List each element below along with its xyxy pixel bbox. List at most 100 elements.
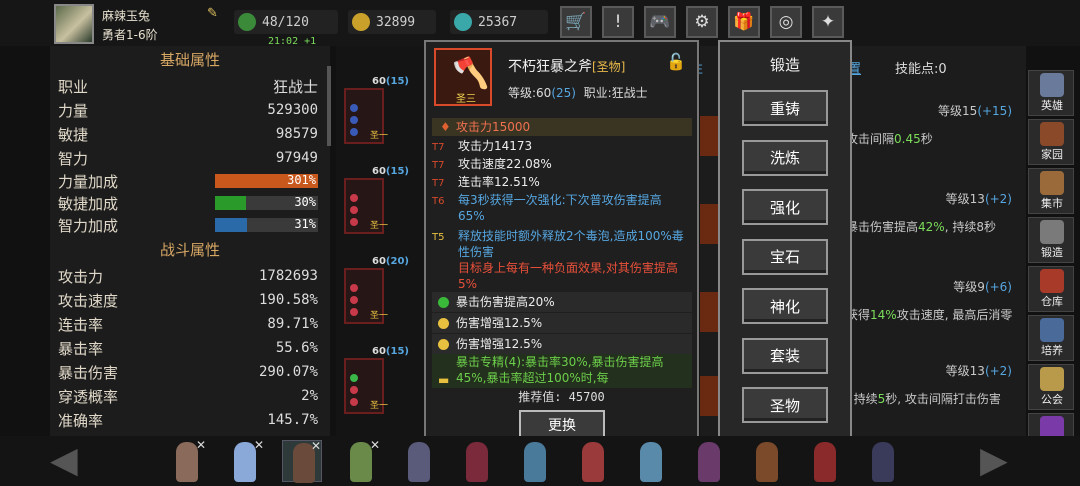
- nav-icon: [1040, 73, 1064, 97]
- bonus-bar: 31%: [215, 217, 318, 232]
- equipment-slot[interactable]: 60(15) 圣一: [344, 346, 420, 414]
- forge-button[interactable]: 强化: [742, 189, 828, 225]
- combat-stat-row: 暴击伤害 290.07%: [50, 360, 330, 384]
- gift-icon[interactable]: 🎁: [728, 6, 760, 38]
- skill-icon: [700, 116, 718, 156]
- hero-portrait[interactable]: ✕: [224, 438, 264, 482]
- hero-portrait[interactable]: [630, 440, 670, 482]
- combat-stat-value: 190.58%: [258, 292, 318, 308]
- hero-remove-icon[interactable]: ✕: [196, 438, 206, 452]
- combat-stat-value: 145.7%: [267, 412, 318, 428]
- hero-portrait[interactable]: [456, 440, 496, 482]
- stat-value: 97949: [275, 150, 318, 166]
- socket-gem-icon: [350, 128, 358, 136]
- nav-button[interactable]: 仓库: [1028, 266, 1074, 312]
- hero-portrait[interactable]: ✕: [166, 438, 206, 482]
- hero-portrait[interactable]: [688, 440, 728, 482]
- skill-desc: 获得14%攻击速度, 最高后消零: [846, 306, 1012, 323]
- stat-value: 98579: [275, 126, 318, 142]
- nav-button[interactable]: 英雄: [1028, 70, 1074, 116]
- quest-icon[interactable]: !: [602, 6, 634, 38]
- forge-button[interactable]: 圣物: [742, 387, 828, 423]
- forge-button[interactable]: 宝石: [742, 238, 828, 275]
- bonus-label: 敏捷加成: [58, 194, 119, 213]
- skill-level: 等级13(+2): [946, 362, 1012, 379]
- nav-button[interactable]: 家园: [1028, 119, 1074, 165]
- socket-gem-icon: [350, 284, 358, 292]
- unlock-icon[interactable]: 🔓: [666, 52, 686, 71]
- nav-button[interactable]: 集市: [1028, 168, 1074, 214]
- gamepad-icon[interactable]: 🎮: [644, 6, 676, 38]
- set-bonus-text: ▬ 暴击专精(4):暴击率30%,暴击伤害提高45%,暴击率超过100%时,每: [432, 354, 692, 388]
- nav-label: 培养: [1041, 344, 1063, 357]
- equipment-level: 60(20): [372, 256, 409, 267]
- nav-button[interactable]: 锻造: [1028, 217, 1074, 263]
- affix-text: 目标身上每有一种负面效果,对其伤害提高5%: [458, 261, 678, 291]
- combat-stat-value: 89.71%: [267, 316, 318, 332]
- stamina-value: 48/120: [262, 14, 309, 30]
- gem-effect-text: 伤害增强12.5%: [456, 316, 543, 330]
- hero-portrait[interactable]: [804, 440, 844, 482]
- right-navigation: 英雄家园集市锻造仓库培养公会战斗: [1026, 70, 1076, 470]
- skill-desc-tail: 攻击速度, 最高后消零: [896, 308, 1013, 322]
- hero-portrait[interactable]: [746, 440, 786, 482]
- edit-name-icon[interactable]: ✎: [207, 6, 218, 21]
- nav-button[interactable]: 公会: [1028, 364, 1074, 410]
- gear-icon[interactable]: ⚙: [686, 6, 718, 38]
- bonus-value: 30%: [294, 195, 316, 209]
- gold-value: 32899: [376, 14, 416, 30]
- hero-portrait[interactable]: ✕: [282, 439, 322, 483]
- hero-remove-icon[interactable]: ✕: [254, 438, 264, 452]
- item-affix-line: T7 攻击力14173: [432, 138, 690, 156]
- hero-portrait[interactable]: [572, 440, 612, 482]
- combat-stat-label: 暴击率: [58, 339, 104, 358]
- combat-stat-label: 连击率: [58, 315, 104, 334]
- player-avatar[interactable]: [54, 4, 94, 44]
- hero-portrait[interactable]: [398, 440, 438, 482]
- equipment-slot[interactable]: 60(20) 圣一: [344, 256, 420, 324]
- item-level-bonus: (25): [551, 86, 576, 100]
- hero-remove-icon[interactable]: ✕: [311, 439, 321, 453]
- next-hero-arrow[interactable]: ▶: [980, 440, 1008, 481]
- wheel-icon[interactable]: ◎: [770, 6, 802, 38]
- hero-figure: [698, 442, 720, 482]
- stats-scrollbar[interactable]: [327, 66, 331, 146]
- hero-figure: [640, 442, 662, 482]
- skill-desc-tail: 秒: [920, 132, 933, 146]
- nav-label: 集市: [1041, 197, 1063, 210]
- skill-icon: [700, 292, 718, 332]
- nav-label: 公会: [1041, 393, 1063, 406]
- item-affix-line: 目标身上每有一种负面效果,对其伤害提高5%: [432, 260, 690, 292]
- feather-icon[interactable]: ✦: [812, 6, 844, 38]
- hero-figure: [524, 442, 546, 482]
- shop-cart-icon[interactable]: 🛒: [560, 6, 592, 38]
- forge-panel: 锻造 重铸 洗炼 强化 宝石 神化 套装 圣物: [718, 40, 852, 444]
- hero-portrait[interactable]: [862, 440, 902, 482]
- hero-portrait[interactable]: [514, 440, 554, 482]
- hero-portrait[interactable]: ✕: [340, 438, 380, 482]
- nav-icon: [1040, 367, 1064, 391]
- nav-label: 仓库: [1041, 295, 1063, 308]
- nav-button[interactable]: 培养: [1028, 315, 1074, 361]
- bonus-row: 智力加成 31%: [50, 214, 330, 236]
- skill-level-bonus: (+2): [984, 192, 1012, 206]
- forge-button[interactable]: 套装: [742, 337, 828, 374]
- forge-button[interactable]: 重铸: [742, 90, 828, 126]
- equipment-slot[interactable]: 60(15) 圣一: [344, 76, 420, 144]
- nav-icon: [1040, 269, 1064, 293]
- hero-remove-icon[interactable]: ✕: [370, 438, 380, 452]
- skill-desc-tail: , 持续8秒: [944, 220, 996, 234]
- skill-desc-tail: 秒, 攻击间隔打击伤害: [885, 392, 1001, 406]
- item-name: 不朽狂暴之斧[圣物]: [508, 56, 625, 76]
- prev-hero-arrow[interactable]: ◀: [50, 440, 78, 481]
- socket-gem-icon: [350, 308, 358, 316]
- skill-level-bonus: (+2): [984, 364, 1012, 378]
- equipment-slot[interactable]: 60(15) 圣一: [344, 166, 420, 234]
- socket-gem-icon: [350, 104, 358, 112]
- skill-level: 等级9(+6): [953, 278, 1012, 295]
- forge-button[interactable]: 洗炼: [742, 139, 828, 176]
- affix-tier-tag: T7: [432, 160, 445, 171]
- forge-button[interactable]: 神化: [742, 288, 828, 324]
- item-level: 60: [536, 86, 552, 100]
- item-affix-line: T5 释放技能时额外释放2个毒泡,造成100%毒性伤害: [432, 228, 690, 260]
